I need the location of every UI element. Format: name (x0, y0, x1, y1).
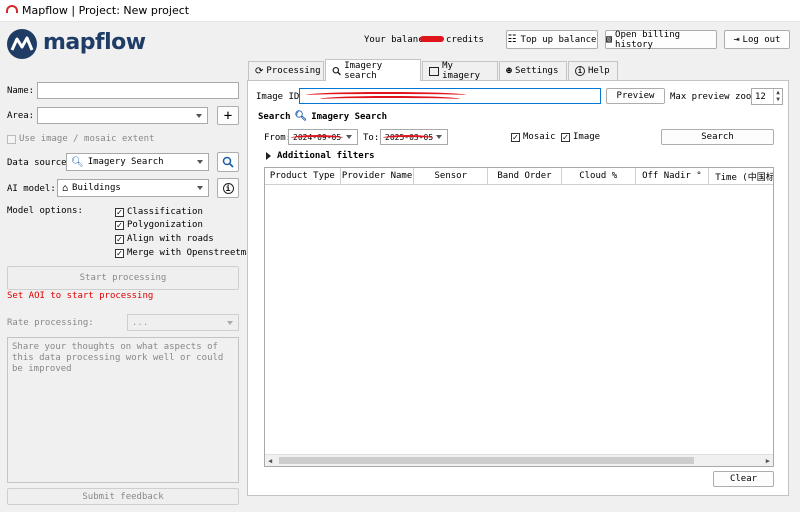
scroll-right-icon[interactable]: ▶ (766, 457, 770, 465)
magnifier-icon: 🔍︎ (71, 156, 84, 168)
search-button[interactable]: Search (661, 129, 774, 145)
house-icon: ⌂ (62, 182, 69, 194)
column-header[interactable]: Provider Name (341, 168, 415, 184)
checkbox-icon: ✓ (115, 220, 124, 230)
table-header: Product Type Provider Name Sensor Band O… (265, 168, 773, 185)
top-up-button[interactable]: ☷ Top up balance (506, 30, 598, 49)
spin-arrows-icon[interactable]: ▲ ▼ (773, 89, 782, 104)
horizontal-scrollbar[interactable]: ◀ ▶ (265, 454, 773, 466)
chevron-right-icon (266, 152, 271, 160)
redaction-mark (383, 135, 433, 141)
title-bar: Mapflow | Project: New project (0, 0, 800, 22)
start-processing-button[interactable]: Start processing (7, 266, 239, 290)
column-header[interactable]: Off Nadir ° (636, 168, 710, 184)
from-date-input[interactable]: 2024-09-05 (288, 129, 358, 145)
bar-chart-icon: ▧ (606, 34, 613, 45)
balance-redaction (420, 36, 444, 42)
name-label: Name: (7, 86, 35, 96)
chevron-down-icon (197, 186, 203, 190)
checkbox-icon: ✓ (115, 248, 124, 258)
area-label: Area: (7, 111, 35, 121)
rate-label: Rate processing: (7, 318, 94, 328)
use-extent-checkbox[interactable]: Use image / mosaic extent (7, 134, 154, 144)
column-header[interactable]: Sensor (414, 168, 489, 184)
mosaic-checkbox[interactable]: ✓ Mosaic (511, 132, 556, 142)
column-header[interactable]: Band Order (488, 168, 562, 184)
preview-button[interactable]: Preview (606, 88, 665, 104)
chevron-down-icon (436, 135, 442, 139)
redaction-mark (291, 135, 343, 141)
area-select[interactable] (37, 107, 208, 124)
info-icon: i (222, 182, 234, 194)
checkbox-icon: ✓ (115, 234, 124, 244)
add-area-button[interactable]: + (217, 106, 239, 125)
image-id-label: Image ID: (256, 92, 305, 102)
tab-my-imagery[interactable]: My imagery (422, 61, 498, 81)
redaction-mark (320, 96, 460, 102)
users-icon: ☻ (506, 65, 513, 77)
tab-imagery-search[interactable]: Imagery search (325, 59, 421, 81)
name-input[interactable] (37, 82, 239, 99)
column-header[interactable]: Cloud % (562, 168, 636, 184)
plus-icon: + (223, 107, 233, 124)
data-source-select[interactable]: 🔍︎ Imagery Search (66, 153, 209, 171)
rate-select[interactable]: ... (127, 314, 239, 331)
search-icon (332, 66, 341, 75)
search-title: Search 🔍︎ Imagery Search (258, 111, 388, 122)
tab-processing[interactable]: ⟳ Processing (248, 61, 324, 80)
max-zoom-label: Max preview zoom: (670, 92, 763, 102)
tab-help[interactable]: i Help (568, 61, 618, 80)
search-source-button[interactable] (217, 152, 239, 172)
balance-suffix: credits (446, 35, 484, 45)
additional-filters-toggle[interactable]: Additional filters (266, 151, 375, 161)
column-header[interactable]: Time (中国标 (709, 168, 773, 184)
app-logo-icon (6, 5, 18, 13)
ai-model-label: AI model: (7, 184, 56, 194)
tab-settings[interactable]: ☻ Settings (499, 61, 567, 80)
image-icon (429, 66, 440, 76)
error-message: Set AOI to start processing (7, 291, 154, 301)
checkbox-icon (7, 134, 16, 144)
scroll-left-icon[interactable]: ◀ (268, 457, 272, 465)
scrollbar-thumb[interactable] (279, 457, 694, 464)
option-polygonization-checkbox[interactable]: ✓ Polygonization (115, 220, 203, 230)
checkbox-icon: ✓ (511, 132, 520, 142)
image-checkbox[interactable]: ✓ Image (561, 132, 600, 142)
column-header[interactable]: Product Type (265, 168, 341, 184)
magnifier-icon: 🔍︎ (294, 111, 308, 122)
model-info-button[interactable]: i (217, 178, 239, 198)
option-merge-osm-checkbox[interactable]: ✓ Merge with Openstreetmap (115, 248, 257, 258)
image-id-input[interactable] (299, 88, 601, 104)
feedback-textarea[interactable]: Share your thoughts on what aspects of t… (7, 337, 239, 483)
search-icon (222, 156, 234, 168)
results-table[interactable]: Product Type Provider Name Sensor Band O… (264, 167, 774, 467)
chevron-down-icon (346, 135, 352, 139)
chevron-down-icon (197, 160, 203, 164)
option-align-roads-checkbox[interactable]: ✓ Align with roads (115, 234, 214, 244)
logout-icon: ⇥ (733, 34, 740, 45)
chevron-down-icon (196, 113, 202, 118)
brand-name: mapflow (43, 30, 146, 55)
billing-history-button[interactable]: ▧ Open billing history (605, 30, 717, 50)
submit-feedback-button[interactable]: Submit feedback (7, 488, 239, 505)
max-zoom-spinbox[interactable]: 12 ▲ ▼ (751, 88, 783, 105)
refresh-icon: ⟳ (255, 65, 264, 77)
to-label: To: (363, 133, 380, 143)
window-title: Mapflow | Project: New project (22, 4, 190, 17)
ai-model-select[interactable]: ⌂ Buildings (57, 179, 209, 197)
clear-button[interactable]: Clear (713, 471, 774, 487)
chevron-down-icon (227, 320, 233, 325)
mapflow-logo-icon (7, 29, 37, 59)
coins-icon: ☷ (507, 34, 517, 45)
option-classification-checkbox[interactable]: ✓ Classification (115, 207, 203, 217)
model-options-label: Model options: (7, 206, 83, 216)
data-source-label: Data source: (7, 158, 73, 168)
logout-button[interactable]: ⇥ Log out (724, 30, 790, 49)
checkbox-icon: ✓ (561, 132, 570, 142)
info-icon: i (575, 66, 585, 76)
checkbox-icon: ✓ (115, 207, 124, 217)
to-date-input[interactable]: 2025-03-05 (380, 129, 448, 145)
